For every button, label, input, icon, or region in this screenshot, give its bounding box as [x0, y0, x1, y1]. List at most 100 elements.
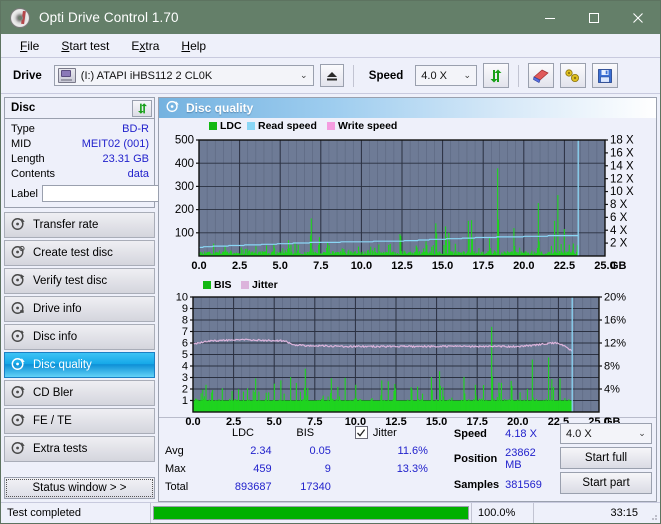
- test-speed-select[interactable]: 4.0 X ⌄: [560, 423, 652, 444]
- svg-text:0.0: 0.0: [191, 260, 206, 272]
- disc-test-icon: [11, 329, 25, 346]
- toolbar-divider-1: [352, 64, 354, 87]
- disc-quality-icon: [11, 357, 25, 374]
- disc-test-icon: [11, 301, 25, 318]
- maximize-button[interactable]: [572, 1, 616, 34]
- progress-bar-cell: [151, 503, 472, 523]
- disc-row-contents: Contents data: [11, 166, 149, 181]
- drive-label: Drive: [13, 69, 42, 82]
- sidebar-item-extra-tests[interactable]: Extra tests: [4, 436, 155, 462]
- disc-row-type: Type BD-R: [11, 121, 149, 136]
- sidebar-item-cd-bler[interactable]: CD Bler: [4, 380, 155, 406]
- svg-text:6 X: 6 X: [610, 212, 628, 224]
- svg-text:10 X: 10 X: [610, 186, 634, 198]
- start-part-button[interactable]: Start part: [560, 472, 652, 494]
- svg-text:9: 9: [182, 303, 188, 315]
- disc-quality-icon: [166, 100, 179, 116]
- position-stat-value: 23862 MB: [505, 447, 536, 472]
- max-bis-value: 9: [324, 462, 331, 475]
- main-panel-inner: Disc quality LDC Read speed Write speed 100…: [158, 97, 657, 502]
- disc-row-length: Length 23.31 GB: [11, 151, 149, 166]
- refresh-button[interactable]: [483, 63, 510, 88]
- menu-help[interactable]: Help: [170, 37, 217, 55]
- minimize-button[interactable]: [528, 1, 572, 34]
- svg-text:Write speed: Write speed: [338, 120, 397, 132]
- svg-text:4%: 4%: [604, 384, 620, 396]
- svg-text:17.5: 17.5: [472, 260, 493, 272]
- svg-text:15.0: 15.0: [426, 416, 447, 428]
- speed-select[interactable]: 4.0 X ⌄: [415, 65, 478, 86]
- svg-text:8%: 8%: [604, 361, 620, 373]
- speed-label: Speed: [368, 69, 404, 82]
- disc-test-icon: [11, 385, 25, 402]
- sidebar-item-disc-info[interactable]: Disc info: [4, 324, 155, 350]
- start-full-button[interactable]: Start full: [560, 447, 652, 469]
- disc-contents-label: Contents: [11, 167, 56, 180]
- svg-text:500: 500: [175, 135, 194, 147]
- max-jitter-value: 13.3%: [396, 462, 428, 475]
- erase-button[interactable]: [528, 63, 555, 88]
- svg-text:GB: GB: [610, 260, 627, 272]
- sidebar-item-transfer-rate[interactable]: Transfer rate: [4, 212, 155, 238]
- row-label-max: Max: [165, 462, 186, 475]
- svg-text:2: 2: [182, 384, 188, 396]
- svg-text:200: 200: [175, 204, 194, 216]
- disc-mid-label: MID: [11, 137, 32, 150]
- tools-button[interactable]: [560, 63, 587, 88]
- total-ldc-value: 893687: [234, 480, 272, 493]
- svg-text:3: 3: [182, 372, 188, 384]
- svg-text:300: 300: [175, 181, 194, 193]
- menu-start-test[interactable]: Start test: [50, 37, 120, 55]
- sidebar-item-create-test-disc[interactable]: Create test disc: [4, 240, 155, 266]
- panel-title: Disc quality: [186, 101, 254, 115]
- svg-text:12%: 12%: [604, 338, 626, 350]
- svg-text:12 X: 12 X: [610, 173, 634, 185]
- disc-refresh-button[interactable]: [132, 99, 152, 117]
- drive-icon: [57, 68, 76, 83]
- disc-type-value: BD-R: [122, 122, 149, 135]
- svg-text:14 X: 14 X: [610, 160, 634, 172]
- speed-select-value: 4.0 X: [421, 69, 447, 82]
- row-label-total: Total: [165, 480, 189, 493]
- sidebar-item-fe-te[interactable]: FE / TE: [4, 408, 155, 434]
- table-row: [355, 479, 434, 495]
- disc-contents-value: data: [127, 167, 149, 180]
- disc-properties: Type BD-R MID MEIT02 (001) Length 23.31 …: [5, 119, 249, 207]
- svg-text:Read speed: Read speed: [258, 120, 317, 132]
- navigation-list: Transfer rate Create test disc Verify te…: [4, 212, 155, 462]
- avg-ldc-value: 2.34: [250, 444, 272, 457]
- drive-select[interactable]: (I:) ATAPI iHBS112 2 CL0K ⌄: [53, 65, 314, 86]
- svg-text:16 X: 16 X: [610, 147, 634, 159]
- table-row: Position 23862 MB: [454, 446, 558, 474]
- menu-extra[interactable]: Extra: [120, 37, 170, 55]
- svg-text:100: 100: [175, 227, 194, 239]
- resize-grip-icon[interactable]: [644, 503, 660, 523]
- status-window-button[interactable]: Status window > >: [4, 477, 155, 499]
- save-button[interactable]: [592, 63, 619, 88]
- close-button[interactable]: [616, 1, 660, 34]
- menu-file[interactable]: File: [9, 37, 50, 55]
- avg-jitter-value: 11.6%: [397, 444, 428, 457]
- samples-stat-value: 381569: [505, 478, 542, 491]
- sidebar-item-verify-test-disc[interactable]: Verify test disc: [4, 268, 155, 294]
- sidebar-item-label: CD Bler: [33, 387, 74, 399]
- panel-header: Disc quality: [159, 98, 656, 118]
- svg-text:7: 7: [182, 326, 188, 338]
- chevron-down-icon: ⌄: [463, 70, 472, 80]
- svg-text:10: 10: [176, 292, 188, 304]
- disc-test-icon: [11, 245, 25, 262]
- sidebar-item-drive-info[interactable]: Drive info: [4, 296, 155, 322]
- sidebar-item-disc-quality[interactable]: Disc quality: [4, 352, 155, 378]
- disc-row-mid: MID MEIT02 (001): [11, 136, 149, 151]
- svg-text:18 X: 18 X: [610, 135, 634, 147]
- title-bar: Opti Drive Control 1.70: [1, 1, 660, 34]
- svg-text:LDC: LDC: [220, 120, 242, 132]
- eject-button[interactable]: [319, 64, 344, 87]
- progress-bar: [153, 506, 469, 520]
- svg-text:1: 1: [182, 395, 188, 407]
- disc-mid-value: MEIT02 (001): [81, 137, 149, 150]
- sidebar-item-label: Disc quality: [33, 359, 92, 371]
- svg-text:2.5: 2.5: [226, 416, 241, 428]
- svg-text:20.0: 20.0: [513, 260, 534, 272]
